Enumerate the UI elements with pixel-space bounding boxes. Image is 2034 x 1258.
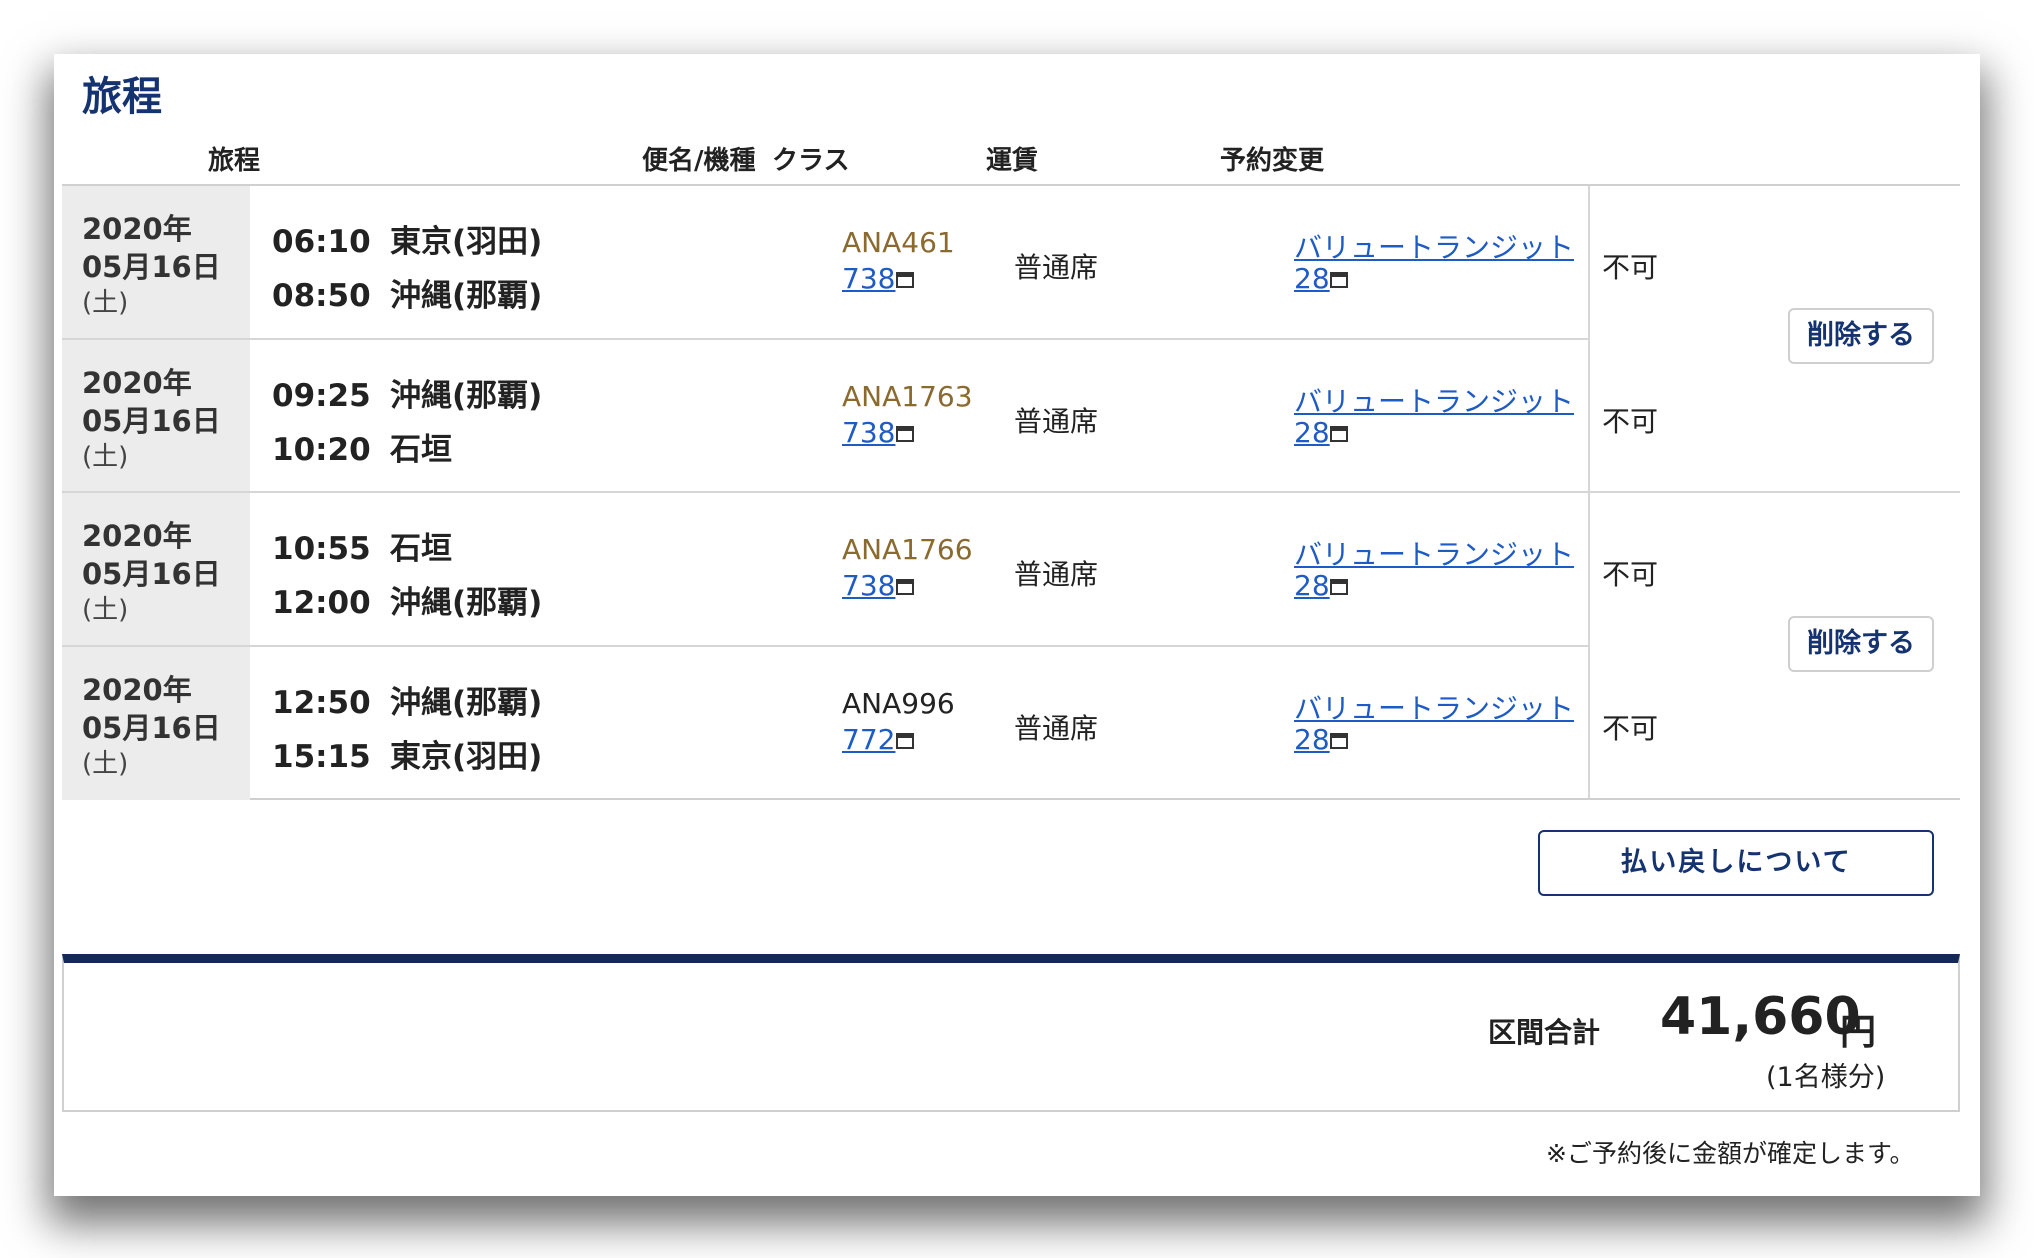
date-cell: 2020年 05月16日 (土) [62, 186, 250, 339]
change-cell: 不可 [1602, 405, 1659, 438]
departure: 06:10 東京(羽田) [272, 216, 542, 261]
table-row: 2020年 05月16日 (土) 06:10 東京(羽田) 08:50 沖縄(那覇)… [62, 186, 1960, 339]
table-row: 2020年 05月16日 (土) 10:55 石垣 12:00 沖縄(那覇) ANA… [62, 493, 1960, 646]
class-cell: 普通席 [1014, 405, 1099, 438]
total-panel: 区間合計 41,660 円 (1名様分) [62, 954, 1960, 1112]
arrival-place: 石垣 [390, 432, 452, 468]
date-weekday: (土) [82, 442, 129, 472]
fare-code-link[interactable]: 28 [1294, 723, 1330, 756]
change-cell: 不可 [1602, 251, 1659, 284]
departure-time: 06:10 [272, 224, 371, 260]
date-year: 2020年 [82, 673, 192, 707]
date-monthday: 05月16日 [82, 711, 221, 745]
flight-number: ANA1763 [842, 380, 973, 413]
arrival-place: 沖縄(那覇) [390, 278, 543, 314]
arrival-time: 15:15 [272, 739, 371, 775]
fare-link[interactable]: バリュートランジット [1294, 533, 1574, 573]
column-divider [1588, 186, 1590, 798]
class-cell: 普通席 [1014, 558, 1099, 591]
departure: 12:50 沖縄(那覇) [272, 677, 542, 722]
departure-place: 東京(羽田) [390, 224, 543, 260]
departure-time: 12:50 [272, 685, 371, 721]
popup-window-icon [1330, 579, 1348, 595]
total-amount: 41,660 [1660, 987, 1861, 1047]
arrival-place: 東京(羽田) [390, 739, 543, 775]
date-monthday: 05月16日 [82, 404, 221, 438]
popup-window-icon [896, 733, 914, 749]
fare-link[interactable]: バリュートランジット [1294, 380, 1574, 420]
popup-window-icon [1330, 426, 1348, 442]
date-weekday: (土) [82, 288, 129, 318]
equipment-link[interactable]: 738 [842, 262, 895, 295]
departure: 10:55 石垣 [272, 523, 452, 568]
date-cell: 2020年 05月16日 (土) [62, 647, 250, 800]
popup-window-icon [1330, 272, 1348, 288]
header-change: 予約変更 [1220, 146, 1325, 176]
total-label: 区間合計 [1488, 1016, 1601, 1049]
class-cell: 普通席 [1014, 251, 1099, 284]
popup-window-icon [1330, 733, 1348, 749]
class-cell: 普通席 [1014, 712, 1099, 745]
header-fare: 運賃 [986, 146, 1039, 176]
date-cell: 2020年 05月16日 (土) [62, 340, 250, 493]
arrival-time: 10:20 [272, 432, 371, 468]
date-monthday: 05月16日 [82, 557, 221, 591]
itinerary-card: 旅程 旅程 便名/機種 クラス 運賃 予約変更 2020年 05月16日 (土)… [54, 54, 1980, 1196]
itinerary-table: 2020年 05月16日 (土) 06:10 東京(羽田) 08:50 沖縄(那覇)… [62, 184, 1960, 800]
flight-number: ANA461 [842, 226, 955, 259]
arrival-place: 沖縄(那覇) [390, 585, 543, 621]
equipment-link[interactable]: 772 [842, 723, 895, 756]
departure-place: 石垣 [390, 531, 452, 567]
fare-link[interactable]: バリュートランジット [1294, 226, 1574, 266]
equipment-link[interactable]: 738 [842, 416, 895, 449]
date-year: 2020年 [82, 519, 192, 553]
popup-window-icon [896, 426, 914, 442]
table-row: 2020年 05月16日 (土) 12:50 沖縄(那覇) 15:15 東京(羽田)… [62, 647, 1960, 800]
departure-time: 10:55 [272, 531, 371, 567]
fare-code-link[interactable]: 28 [1294, 569, 1330, 602]
date-year: 2020年 [82, 366, 192, 400]
departure-place: 沖縄(那覇) [390, 685, 543, 721]
delete-button[interactable]: 削除する [1788, 308, 1934, 364]
equipment-link[interactable]: 738 [842, 569, 895, 602]
flight-number: ANA1766 [842, 533, 973, 566]
date-monthday: 05月16日 [82, 250, 221, 284]
departure-place: 沖縄(那覇) [390, 378, 543, 414]
date-cell: 2020年 05月16日 (土) [62, 493, 250, 646]
change-cell: 不可 [1602, 558, 1659, 591]
popup-window-icon [896, 579, 914, 595]
flight-number: ANA996 [842, 687, 955, 720]
arrival-time: 08:50 [272, 278, 371, 314]
date-weekday: (土) [82, 595, 129, 625]
departure-time: 09:25 [272, 378, 371, 414]
fare-code-link[interactable]: 28 [1294, 262, 1330, 295]
departure: 09:25 沖縄(那覇) [272, 370, 542, 415]
arrival: 12:00 沖縄(那覇) [272, 577, 542, 622]
refund-info-button[interactable]: 払い戻しについて [1538, 830, 1934, 896]
footnote: ※ご予約後に金額が確定します。 [1546, 1139, 1915, 1168]
table-row: 2020年 05月16日 (土) 09:25 沖縄(那覇) 10:20 石垣 ANA… [62, 340, 1960, 493]
fare-code-link[interactable]: 28 [1294, 416, 1330, 449]
fare-link[interactable]: バリュートランジット [1294, 687, 1574, 727]
header-flight: 便名/機種 [642, 146, 756, 176]
header-itinerary: 旅程 [208, 146, 261, 176]
total-per-person: (1名様分) [1766, 1062, 1886, 1093]
delete-button[interactable]: 削除する [1788, 616, 1934, 672]
change-cell: 不可 [1602, 712, 1659, 745]
arrival: 10:20 石垣 [272, 424, 452, 469]
arrival-time: 12:00 [272, 585, 371, 621]
total-currency: 円 [1840, 1012, 1877, 1053]
date-weekday: (土) [82, 749, 129, 779]
popup-window-icon [896, 272, 914, 288]
date-year: 2020年 [82, 212, 192, 246]
arrival: 15:15 東京(羽田) [272, 731, 542, 776]
arrival: 08:50 沖縄(那覇) [272, 270, 542, 315]
page-title: 旅程 [82, 74, 162, 120]
header-class: クラス [772, 146, 850, 176]
